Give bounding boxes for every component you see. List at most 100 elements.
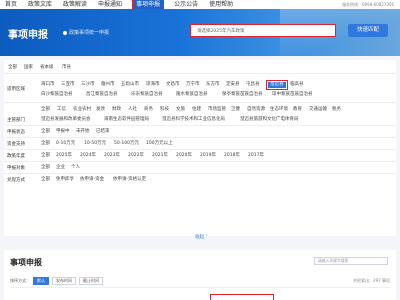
region-option[interactable]: 琼海市 bbox=[146, 82, 160, 88]
method-label: 兑现方式 bbox=[7, 178, 25, 183]
search-input[interactable]: 请选择2025年汽车政策 bbox=[190, 24, 336, 37]
region-option[interactable]: 万宁市 bbox=[186, 82, 200, 88]
department-option[interactable]: 交通运输 bbox=[309, 107, 327, 113]
page-subtitle: 政策事项统一申报 bbox=[63, 29, 109, 36]
divider bbox=[4, 149, 396, 150]
year-option[interactable]: 2024年 bbox=[80, 153, 96, 159]
amount-option[interactable]: 100万元以上 bbox=[146, 141, 173, 147]
target-option[interactable]: 全部 bbox=[41, 165, 50, 171]
divider bbox=[4, 125, 396, 126]
department-option[interactable]: 财政 bbox=[112, 107, 121, 113]
results-section: 事项申报 请输入关键字搜索 排序方式： 默认 发布时间 截止时间 共检索出：29… bbox=[4, 250, 396, 300]
department-option[interactable]: 澄迈县旅游和文化广电体育局 bbox=[240, 117, 299, 123]
divider bbox=[4, 173, 396, 174]
nav-item-application-notice[interactable]: 申报通知 bbox=[98, 0, 122, 9]
year-option[interactable]: 2022年 bbox=[128, 153, 144, 159]
nav-item-item-application[interactable]: 事项申报 bbox=[132, 0, 165, 10]
results-title: 事项申报 bbox=[10, 258, 42, 267]
year-option[interactable]: 2020年 bbox=[176, 153, 192, 159]
region-option[interactable]: 屯昌县 bbox=[246, 82, 260, 88]
collapse-filters-toggle[interactable]: 收起 ˄ bbox=[195, 234, 208, 240]
department-option[interactable]: 人社 bbox=[128, 107, 137, 113]
department-option[interactable]: 商务 bbox=[144, 107, 153, 113]
sort-default-button[interactable]: 默认 bbox=[33, 277, 49, 285]
amount-option[interactable]: 0-10万元 bbox=[56, 141, 75, 147]
status-option[interactable]: 已结束 bbox=[96, 129, 110, 135]
region-option[interactable]: 东方市 bbox=[206, 82, 220, 88]
region-option[interactable]: 三沙市 bbox=[81, 82, 95, 88]
amount-option[interactable]: 全部 bbox=[41, 141, 50, 147]
year-option[interactable]: 全部 bbox=[41, 153, 50, 159]
method-option[interactable]: 全部 bbox=[41, 177, 50, 183]
department-option[interactable]: 自然资源 bbox=[247, 107, 265, 113]
region-option[interactable]: 陵水黎族自治县 bbox=[176, 92, 208, 98]
method-option[interactable]: 免申即享 bbox=[56, 177, 74, 183]
year-option[interactable]: 2023年 bbox=[104, 153, 120, 159]
year-option[interactable]: 2021年 bbox=[152, 153, 168, 159]
sort-deadline-button[interactable]: 截止时间 bbox=[79, 277, 103, 285]
department-option[interactable]: 科技 bbox=[160, 107, 169, 113]
region-option[interactable]: 临高县 bbox=[290, 82, 304, 88]
department-option[interactable]: 全部 bbox=[41, 107, 50, 113]
region-option[interactable]: 琼中黎族苗族自治县 bbox=[272, 92, 313, 98]
method-option[interactable]: 依申请-资金 bbox=[80, 177, 104, 183]
hotline-text: 服务热线：0898-60827006 bbox=[342, 2, 394, 7]
target-option[interactable]: 企业 bbox=[56, 165, 65, 171]
year-option[interactable]: 2017年 bbox=[248, 153, 264, 159]
nav-item-policy-library[interactable]: 政策文库 bbox=[28, 0, 52, 9]
department-option[interactable]: 澄迈县发展和改革委员会 bbox=[41, 117, 91, 123]
nav-item-help[interactable]: 使用帮助 bbox=[209, 0, 233, 9]
region-tab-national[interactable]: 国家 bbox=[24, 65, 33, 71]
region-option[interactable]: 海口市 bbox=[41, 82, 55, 88]
year-option[interactable]: 2025年 bbox=[56, 153, 72, 159]
department-option[interactable]: 税务 bbox=[332, 107, 341, 113]
department-option[interactable]: 教育 bbox=[293, 107, 302, 113]
region-option[interactable]: 昌江黎族自治县 bbox=[86, 92, 118, 98]
method-option[interactable]: 依申请-资格认定 bbox=[113, 177, 146, 183]
department-option[interactable]: 工信 bbox=[57, 107, 66, 113]
nav-item-home[interactable]: 首页 bbox=[5, 0, 17, 9]
sort-publish-time-button[interactable]: 发布时间 bbox=[52, 277, 76, 285]
amount-option[interactable]: 50-100万元 bbox=[114, 141, 139, 147]
year-option[interactable]: 2019年 bbox=[200, 153, 216, 159]
department-option[interactable]: 住建 bbox=[192, 107, 201, 113]
nav-item-announcements[interactable]: 公示公告 bbox=[174, 0, 198, 9]
department-option[interactable]: 文旅 bbox=[176, 107, 185, 113]
quick-match-button[interactable]: 快速匹配 bbox=[348, 24, 388, 37]
region-option[interactable]: 保亭黎族苗族自治县 bbox=[222, 92, 263, 98]
divider bbox=[10, 287, 390, 288]
department-option[interactable]: 海南生态软件园管理局 bbox=[104, 117, 149, 123]
year-option[interactable]: 2018年 bbox=[224, 153, 240, 159]
nav-item-policy-interpretation[interactable]: 政策解读 bbox=[63, 0, 87, 9]
department-option[interactable]: 市场监管 bbox=[208, 107, 226, 113]
status-option[interactable]: 未开始 bbox=[76, 129, 90, 135]
region-option[interactable]: 文昌市 bbox=[166, 82, 180, 88]
department-option[interactable]: 生态环境 bbox=[270, 107, 288, 113]
status-label: 申报状态 bbox=[7, 130, 25, 135]
status-option[interactable]: 申报中 bbox=[56, 129, 70, 135]
region-option-selected[interactable]: 澄迈县 bbox=[266, 80, 288, 90]
region-tab-all[interactable]: 全部 bbox=[8, 65, 17, 71]
region-option[interactable]: 儋州市 bbox=[101, 82, 115, 88]
amount-option[interactable]: 10-50万元 bbox=[84, 141, 106, 147]
region-option[interactable]: 白沙黎族自治县 bbox=[41, 92, 73, 98]
region-option[interactable]: 五指山市 bbox=[121, 82, 139, 88]
results-search-input[interactable]: 请输入关键字搜索 bbox=[314, 257, 388, 265]
region-tab-province[interactable]: 省本级 bbox=[40, 65, 54, 71]
region-tab-city-county[interactable]: 市县 bbox=[62, 65, 71, 71]
region-label: 适用区域 bbox=[7, 87, 25, 92]
department-option[interactable]: 卫健 bbox=[231, 107, 240, 113]
department-option[interactable]: 发改 bbox=[96, 107, 105, 113]
region-option[interactable]: 乐东黎族自治县 bbox=[131, 92, 163, 98]
target-label: 申报对象 bbox=[7, 166, 25, 171]
region-option[interactable]: 三亚市 bbox=[61, 82, 75, 88]
results-count: 共检索出：297 事项 bbox=[353, 278, 390, 283]
top-nav: 首页 政策文库 政策解读 申报通知 事项申报 公示公告 使用帮助 服务热线：08… bbox=[0, 0, 400, 10]
search-input-value: 请选择2025年汽车政策 bbox=[197, 28, 245, 34]
department-label: 主管部门 bbox=[7, 118, 25, 123]
department-option[interactable]: 农业农村 bbox=[73, 107, 91, 113]
region-option[interactable]: 定安县 bbox=[226, 82, 240, 88]
status-option[interactable]: 全部 bbox=[41, 129, 50, 135]
department-option[interactable]: 澄迈县科学技术和工业信息化局 bbox=[162, 117, 225, 123]
target-option[interactable]: 个人 bbox=[71, 165, 80, 171]
